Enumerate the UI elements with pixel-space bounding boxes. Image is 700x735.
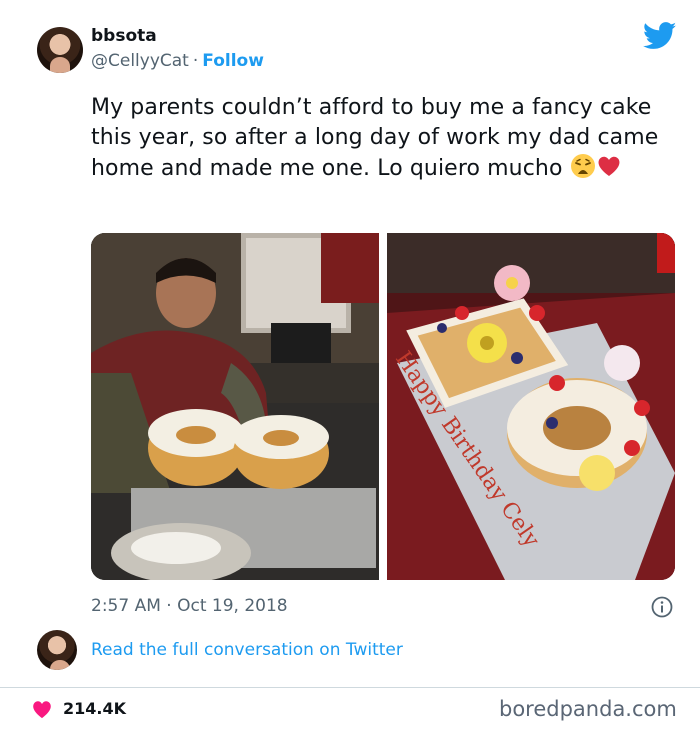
red-heart-emoji-icon xyxy=(598,156,620,176)
tweet-text: My parents couldn’t afford to buy me a f… xyxy=(91,93,681,184)
tweet-timestamp[interactable]: 2:57 AM · Oct 19, 2018 xyxy=(91,596,288,616)
dad-making-cake-photo[interactable] xyxy=(91,233,379,580)
tweet-media[interactable]: Happy Birthday Cely xyxy=(91,233,675,580)
footer-divider xyxy=(0,687,700,688)
author-handle[interactable]: @CellyyCat xyxy=(91,51,189,71)
read-conversation-link[interactable]: Read the full conversation on Twitter xyxy=(91,640,403,660)
site-watermark: boredpanda.com xyxy=(499,697,677,721)
follow-button[interactable]: Follow xyxy=(202,51,264,71)
info-icon[interactable] xyxy=(651,596,673,618)
weary-face-emoji-icon xyxy=(570,154,595,178)
author-avatar[interactable] xyxy=(37,27,83,73)
author-handle-row: @CellyyCat · Follow xyxy=(91,51,264,71)
like-count[interactable]: 214.4K xyxy=(63,699,126,718)
handle-separator: · xyxy=(192,51,199,71)
reader-avatar xyxy=(37,630,77,670)
tweet-embed: bbsota @CellyyCat · Follow My parents coul… xyxy=(0,0,700,735)
twitter-bird-icon[interactable] xyxy=(643,22,677,50)
finished-cake-photo[interactable]: Happy Birthday Cely xyxy=(387,233,675,580)
heart-icon[interactable] xyxy=(31,699,53,719)
author-name[interactable]: bbsota xyxy=(91,26,157,46)
